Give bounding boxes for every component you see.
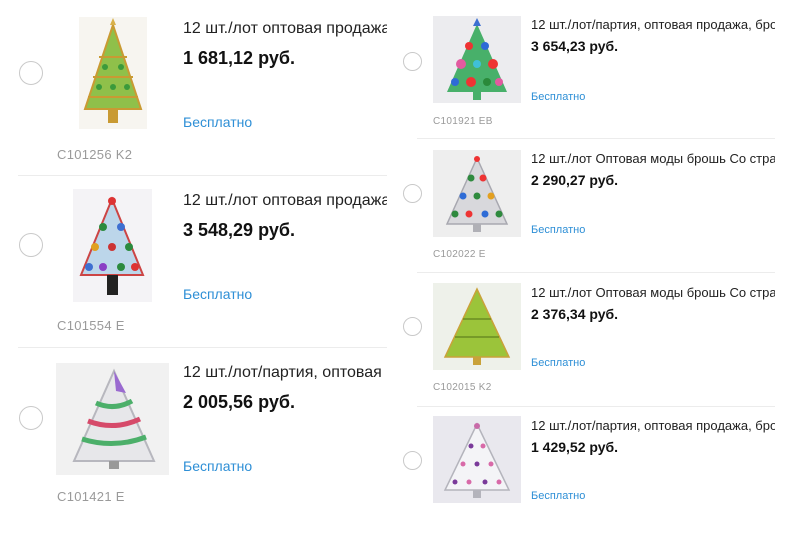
shipping-free-label: Бесплатно [531,357,586,369]
product-title[interactable]: 12 шт./лот оптовая продажа, брошь [183,20,387,38]
product-price: 2 376,34 руб. [531,306,619,322]
silver-christmas-tree-brooch-icon[interactable] [433,416,521,503]
multicolor-christmas-tree-brooch-icon[interactable] [73,189,152,302]
product-item[interactable]: 12 шт./лот оптовая продажа, брошь 1 681,… [0,0,387,175]
rhinestone-christmas-tree-brooch-icon[interactable] [433,16,521,103]
product-price: 3 654,23 руб. [531,38,619,54]
product-sku: C101554 E [57,318,125,333]
product-title[interactable]: 12 шт./лот Оптовая моды брошь Со стразам… [531,285,775,300]
gold-christmas-tree-brooch-icon[interactable] [79,17,147,129]
shipping-free-label: Бесплатно [531,91,586,103]
product-item[interactable]: 12 шт./лот Оптовая моды брошь Со стразам… [397,139,775,272]
select-radio[interactable] [403,52,422,71]
product-sku: C102015 K2 [433,382,492,393]
enamel-christmas-tree-brooch-icon[interactable] [56,363,169,475]
product-sku: C101256 K2 [57,147,133,162]
shipping-free-label: Бесплатно [531,224,586,236]
select-radio[interactable] [403,451,422,470]
select-radio[interactable] [19,233,43,257]
product-item[interactable]: 12 шт./лот Оптовая моды брошь Со стразам… [397,273,775,406]
product-price: 3 548,29 руб. [183,220,295,240]
product-sku: C101421 E [57,489,125,504]
product-price: 1 429,52 руб. [531,439,619,455]
product-item[interactable]: 12 шт./лот/партия, оптовая продажа, брош… [397,0,775,138]
shipping-free-label: Бесплатно [183,286,253,302]
product-price: 1 681,12 руб. [183,48,295,68]
product-list-left: 12 шт./лот оптовая продажа, брошь 1 681,… [0,0,387,552]
product-item[interactable]: 12 шт./лот оптовая продажа, брошь 3 548,… [0,176,387,348]
crystal-christmas-tree-brooch-icon[interactable] [433,150,521,237]
product-title[interactable]: 12 шт./лот/партия, оптовая продажа [183,364,387,382]
product-list-right: 12 шт./лот/партия, оптовая продажа, брош… [397,0,775,552]
shipping-free-label: Бесплатно [531,490,586,502]
select-radio[interactable] [403,184,422,203]
product-title[interactable]: 12 шт./лот/партия, оптовая продажа, брош… [531,418,775,433]
shipping-free-label: Бесплатно [183,458,253,474]
green-christmas-tree-brooch-icon[interactable] [433,283,521,370]
select-radio[interactable] [403,317,422,336]
product-item[interactable]: 12 шт./лот/партия, оптовая продажа, брош… [397,407,775,552]
product-title[interactable]: 12 шт./лот оптовая продажа, брошь [183,192,387,210]
product-price: 2 005,56 руб. [183,392,295,412]
product-title[interactable]: 12 шт./лот Оптовая моды брошь Со стразам… [531,151,775,166]
product-item[interactable]: 12 шт./лот/партия, оптовая продажа 2 005… [0,348,387,552]
product-sku: C102022 E [433,249,486,260]
shipping-free-label: Бесплатно [183,114,253,130]
product-sku: C101921 EB [433,116,493,127]
product-title[interactable]: 12 шт./лот/партия, оптовая продажа, брош… [531,17,775,32]
select-radio[interactable] [19,406,43,430]
product-price: 2 290,27 руб. [531,172,619,188]
select-radio[interactable] [19,61,43,85]
